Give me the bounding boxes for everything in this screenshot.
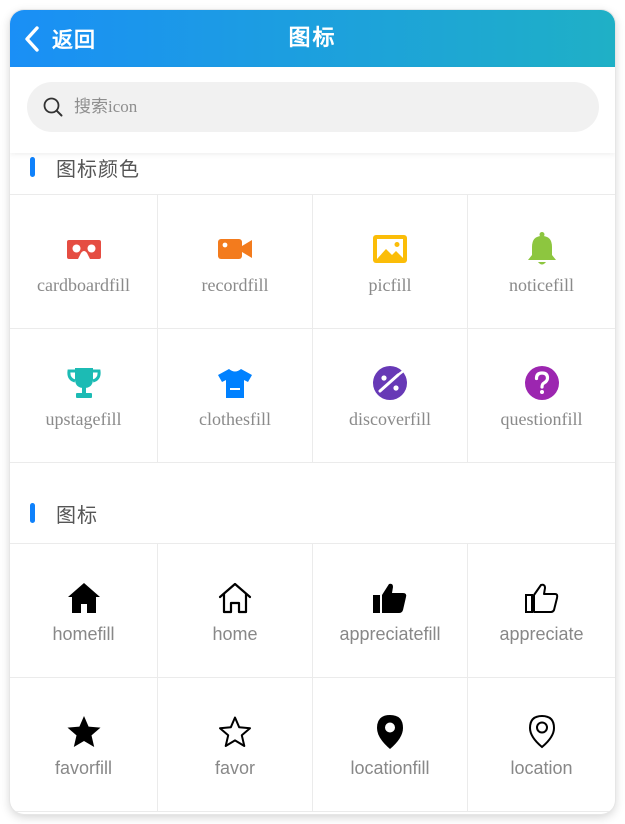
thumbs-up-filled-icon [372,580,408,616]
star-outline-icon [217,714,253,750]
icon-label: location [510,758,573,778]
icon-cell[interactable]: locationfill [313,678,468,812]
content-scroll[interactable]: 图标颜色 cardboardfill recordfill picfill no… [10,153,615,814]
icon-cell[interactable]: recordfill [158,195,313,329]
icon-label: recordfill [201,275,269,295]
icon-label: cardboardfill [37,275,130,295]
page-title: 图标 [288,26,337,51]
icon-cell[interactable]: noticefill [468,195,615,329]
icon-label: appreciate [499,624,584,644]
search-input[interactable] [72,96,556,118]
question-circle-icon [524,365,560,401]
icon-cell[interactable]: picfill [313,195,468,329]
bell-icon [524,231,560,267]
location-filled-icon [372,714,408,750]
planet-icon [372,365,408,401]
icon-cell[interactable]: upstagefill [10,329,158,463]
icon-label: favorfill [54,758,112,778]
icon-label: favor [214,758,256,778]
section-accent-bar [30,157,35,177]
icon-label: picfill [368,275,412,295]
icon-cell[interactable]: location [468,678,615,812]
section-title-colors: 图标颜色 [10,153,615,187]
location-outline-icon [524,714,560,750]
icon-label: discoverfill [349,409,431,429]
thumbs-up-outline-icon [524,580,560,616]
section-label: 图标颜色 [56,156,140,181]
icon-label: locationfill [350,758,430,778]
icon-cell[interactable]: questionfill [468,329,615,463]
icon-label: clothesfill [199,409,271,429]
back-label: 返回 [52,27,96,52]
icon-label: noticefill [509,275,574,295]
home-filled-icon [66,580,102,616]
icon-grid-colors: cardboardfill recordfill picfill noticef… [10,194,615,463]
icon-label: upstagefill [45,409,122,429]
icon-grid-basic: homefill home appreciatefill appreciate [10,543,615,812]
icon-cell[interactable]: cardboardfill [10,195,158,329]
section-title-icons: 图标 [10,493,615,533]
icon-label: appreciatefill [339,624,441,644]
nav-bar: 返回 图标 [10,10,615,67]
search-icon [43,97,63,117]
section-label: 图标 [56,502,98,527]
star-filled-icon [66,714,102,750]
search-bar [10,67,615,153]
section-accent-bar [30,503,35,523]
icon-cell[interactable]: discoverfill [313,329,468,463]
search-field[interactable] [27,82,599,132]
chevron-left-icon [25,25,39,52]
back-button[interactable]: 返回 [24,10,96,67]
icon-label: homefill [52,624,115,644]
icon-cell[interactable]: clothesfill [158,329,313,463]
phone-frame: 返回 图标 图标颜色 cardboardfill [10,10,615,814]
icon-cell[interactable]: home [158,544,313,678]
home-outline-icon [217,580,253,616]
picture-icon [372,231,408,267]
trophy-icon [66,365,102,401]
icon-cell[interactable]: homefill [10,544,158,678]
icon-cell[interactable]: appreciatefill [313,544,468,678]
icon-cell[interactable]: favorfill [10,678,158,812]
tshirt-icon [217,365,253,401]
video-camera-icon [217,231,253,267]
icon-label: home [212,624,258,644]
icon-label: questionfill [500,409,583,429]
icon-cell[interactable]: favor [158,678,313,812]
icon-cell[interactable]: appreciate [468,544,615,678]
cardboard-icon [66,231,102,267]
